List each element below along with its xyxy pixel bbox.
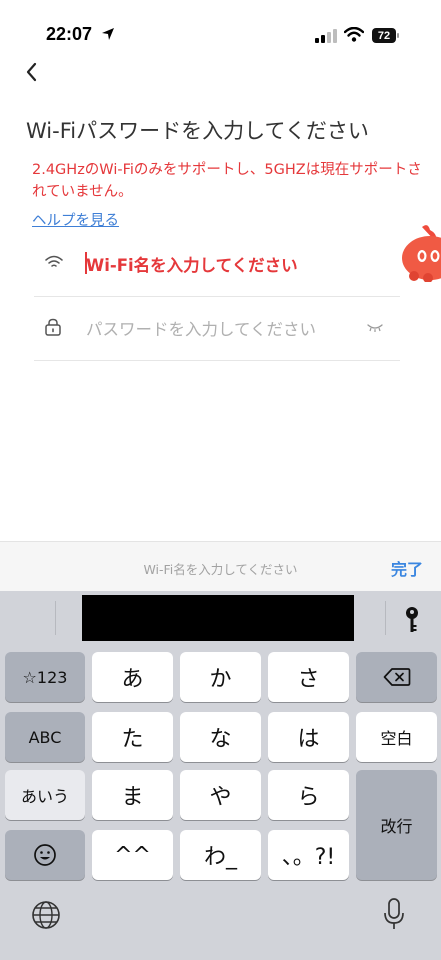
key-icon[interactable] [404, 606, 420, 634]
key-ra[interactable]: ら [268, 770, 349, 820]
help-link[interactable]: ヘルプを見る [32, 209, 119, 230]
mascot-helper-icon[interactable] [400, 224, 441, 282]
key-kaomoji[interactable]: ^^ [92, 830, 173, 880]
key-a[interactable]: あ [92, 652, 173, 702]
key-abc-mode[interactable]: ABC [5, 712, 85, 762]
password-input[interactable]: パスワードを入力してください [86, 316, 316, 340]
accessory-placeholder: Wi-Fi名を入力してください [143, 562, 298, 577]
return-key[interactable]: 改行 [356, 770, 437, 880]
key-ka[interactable]: か [180, 652, 261, 702]
cellular-signal-icon [315, 29, 337, 43]
band-warning: 2.4GHzのWi-Fiのみをサポートし、5GHZは現在サポートされていません。 [32, 162, 422, 200]
password-field[interactable]: パスワードを入力してください [34, 296, 400, 361]
status-time: 22:07 [46, 24, 93, 44]
delete-icon [383, 668, 410, 686]
done-button[interactable]: 完了 [391, 556, 423, 580]
wifi-icon [45, 255, 63, 267]
lock-icon [45, 318, 61, 336]
key-na[interactable]: な [180, 712, 261, 762]
candidate-divider [385, 601, 386, 635]
chevron-left-icon[interactable] [22, 60, 42, 84]
input-accessory-bar: Wi-Fi名を入力してください 完了 [0, 541, 441, 592]
emoji-icon [34, 844, 56, 866]
key-numbers-mode[interactable]: ☆123 [5, 652, 85, 702]
key-sa[interactable]: さ [268, 652, 349, 702]
battery-nub [397, 33, 399, 38]
space-key[interactable]: 空白 [356, 712, 437, 762]
delete-key[interactable] [356, 652, 437, 702]
microphone-icon[interactable] [383, 897, 405, 931]
globe-icon[interactable] [30, 899, 62, 931]
key-ya[interactable]: や [180, 770, 261, 820]
candidate-divider [55, 601, 56, 635]
wifi-name-input[interactable]: Wi-Fi名を入力してください [86, 252, 298, 276]
key-wa[interactable]: わ_ [180, 830, 261, 880]
key-punctuation[interactable]: 、。?! [268, 830, 349, 880]
key-kana-mode[interactable]: あいう [5, 770, 85, 820]
key-ha[interactable]: は [268, 712, 349, 762]
battery-icon: 72 [372, 28, 396, 43]
wifi-icon [344, 27, 364, 42]
emoji-key[interactable] [5, 830, 85, 880]
key-ta[interactable]: た [92, 712, 173, 762]
candidate-redacted-area [82, 595, 354, 641]
key-ma[interactable]: ま [92, 770, 173, 820]
page-title: Wi-Fiパスワードを入力してください [26, 119, 369, 143]
eye-closed-icon[interactable] [367, 323, 383, 333]
wifi-name-field[interactable]: Wi-Fi名を入力してください [34, 232, 400, 297]
location-arrow-icon [102, 28, 114, 40]
